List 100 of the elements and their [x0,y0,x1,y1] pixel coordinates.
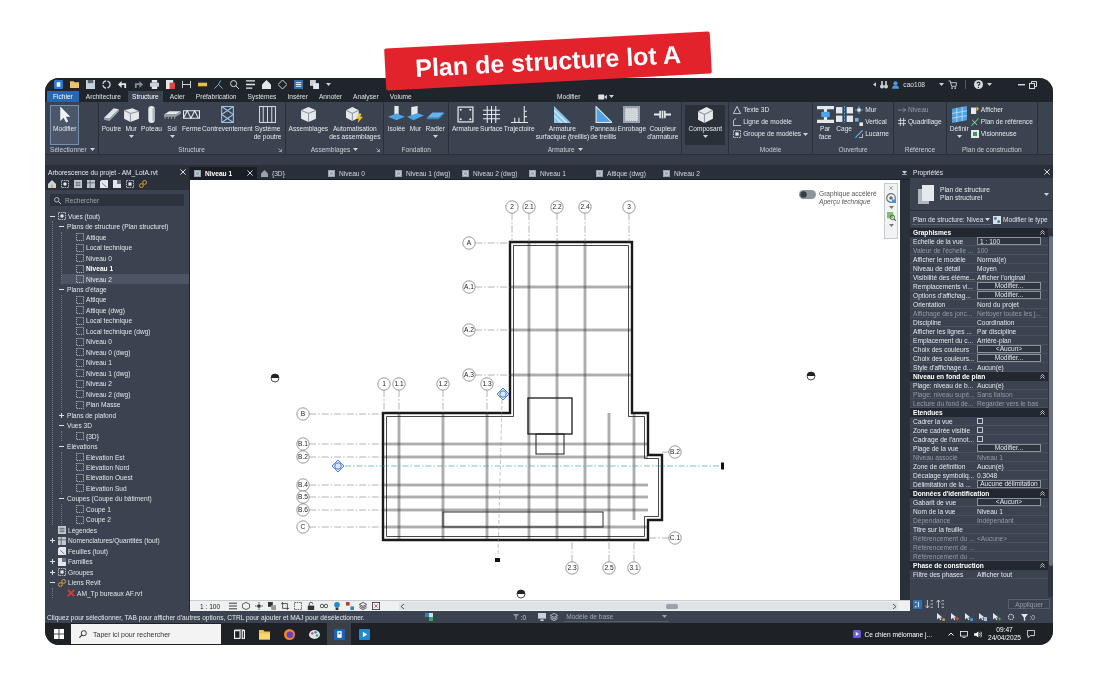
checkbox[interactable] [977,427,983,433]
house-icon[interactable] [262,80,271,89]
pointer-drag-icon[interactable] [992,613,1001,621]
caret-icon [662,615,668,618]
dimension-icon[interactable] [182,80,191,89]
shadow-icon[interactable] [268,602,277,610]
toggle-switch[interactable] [799,190,816,199]
wheel-icon[interactable] [886,193,896,203]
expand-icon[interactable] [49,538,55,544]
binoculars-icon[interactable] [880,80,889,89]
hexagon-icon[interactable] [242,602,251,610]
expand-icon[interactable] [49,559,55,565]
dashed-ring-icon[interactable] [1006,613,1015,621]
funnel-icon[interactable] [1020,613,1028,621]
bulb-icon[interactable] [333,602,342,610]
chevron-right-icon[interactable] [893,603,896,609]
diamond-icon[interactable] [278,80,287,89]
caret-icon[interactable] [609,95,615,98]
expand-icon[interactable] [58,412,64,418]
funnel-icon[interactable] [512,614,519,620]
cart-icon[interactable] [948,80,957,89]
table-icon [58,536,66,545]
help-icon[interactable] [974,80,983,89]
angle-icon[interactable] [214,80,223,89]
caret-left-icon[interactable] [873,82,877,87]
tab-menu-icon[interactable] [902,170,907,175]
caret-icon[interactable] [939,83,944,86]
house-icon[interactable] [48,180,56,188]
group-icon[interactable] [126,180,134,188]
caret-icon[interactable] [353,148,359,151]
views-icon[interactable] [61,180,69,188]
video-camera-icon[interactable] [598,93,608,100]
four-squares-icon [54,629,64,639]
monitor-icon[interactable] [538,613,547,621]
sun-icon[interactable] [255,602,264,610]
pointer-layer-icon[interactable] [964,613,973,621]
caret-up-icon[interactable] [948,632,954,636]
sort-down-icon[interactable] [925,600,933,608]
tiles-icon[interactable] [424,613,433,621]
monitor-icon[interactable] [960,630,968,638]
caret-icon[interactable] [987,83,992,86]
caret-icon[interactable] [89,148,95,151]
layers-icon[interactable] [359,602,368,610]
crop-region-icon[interactable] [294,602,303,610]
magnifier-icon[interactable] [230,80,239,89]
sheet-icon[interactable] [100,180,108,188]
launcher-icon[interactable] [376,148,381,152]
pointer-pin-icon[interactable] [950,613,959,621]
bar-icon[interactable] [198,80,207,89]
search-icon [79,630,87,638]
speaker-icon[interactable] [974,630,982,638]
horizontal-scrollbar[interactable] [399,602,898,610]
app-icon[interactable] [54,80,63,89]
dashed-ring-icon[interactable] [102,80,111,89]
zoom-icon[interactable] [886,212,896,221]
speech-bubble-icon[interactable] [1027,630,1035,638]
two-squares-icon[interactable] [346,602,355,610]
view-icon [395,169,402,177]
chain-link-icon[interactable] [139,180,147,188]
checkbox[interactable] [977,436,983,442]
cross-frame-icon [218,106,236,123]
collapse-icon[interactable] [1040,563,1045,568]
lock-icon[interactable] [307,602,316,610]
checkbox[interactable] [977,418,983,424]
restore-icon[interactable] [1029,80,1037,89]
list-icon[interactable] [294,80,303,89]
grid-line [571,539,573,563]
collapse-icon[interactable] [1040,374,1045,379]
caret-icon[interactable] [577,148,583,151]
redo-icon[interactable] [134,80,143,89]
family-icon[interactable] [113,180,121,188]
taskbar-button[interactable] [327,623,351,645]
collapse-icon[interactable] [1040,410,1045,415]
print-icon[interactable] [150,80,159,89]
minimize-icon[interactable] [1018,83,1025,86]
pointer-link-icon[interactable] [936,613,945,621]
caret-icon[interactable] [326,83,331,86]
overlapping-squares-icon[interactable] [310,80,319,89]
glasses-icon[interactable] [320,602,329,610]
elevation-marker [331,459,345,473]
pointer-face-icon[interactable] [978,613,987,621]
collapse-icon[interactable] [1040,230,1045,235]
collapse-icon[interactable] [1040,491,1045,496]
expand-icon[interactable] [49,569,55,575]
folder-icon[interactable] [70,80,79,89]
user-icon[interactable] [892,80,900,89]
crop-icon[interactable] [281,602,290,610]
scrollbar-thumb[interactable] [666,603,679,609]
vertical-scrollbar[interactable] [900,180,910,600]
undo-icon[interactable] [118,80,127,89]
save-icon[interactable] [86,80,95,89]
detail-lines-icon[interactable] [229,602,238,610]
chevron-left-icon[interactable] [401,603,405,609]
document-icon[interactable] [166,80,175,89]
text-lines-icon[interactable] [246,80,255,89]
list-tile-icon[interactable] [913,599,922,609]
box-cross-icon[interactable] [372,602,381,610]
launcher-icon[interactable] [277,148,282,152]
house-icon [261,169,268,177]
sort-up-icon[interactable] [936,600,944,608]
